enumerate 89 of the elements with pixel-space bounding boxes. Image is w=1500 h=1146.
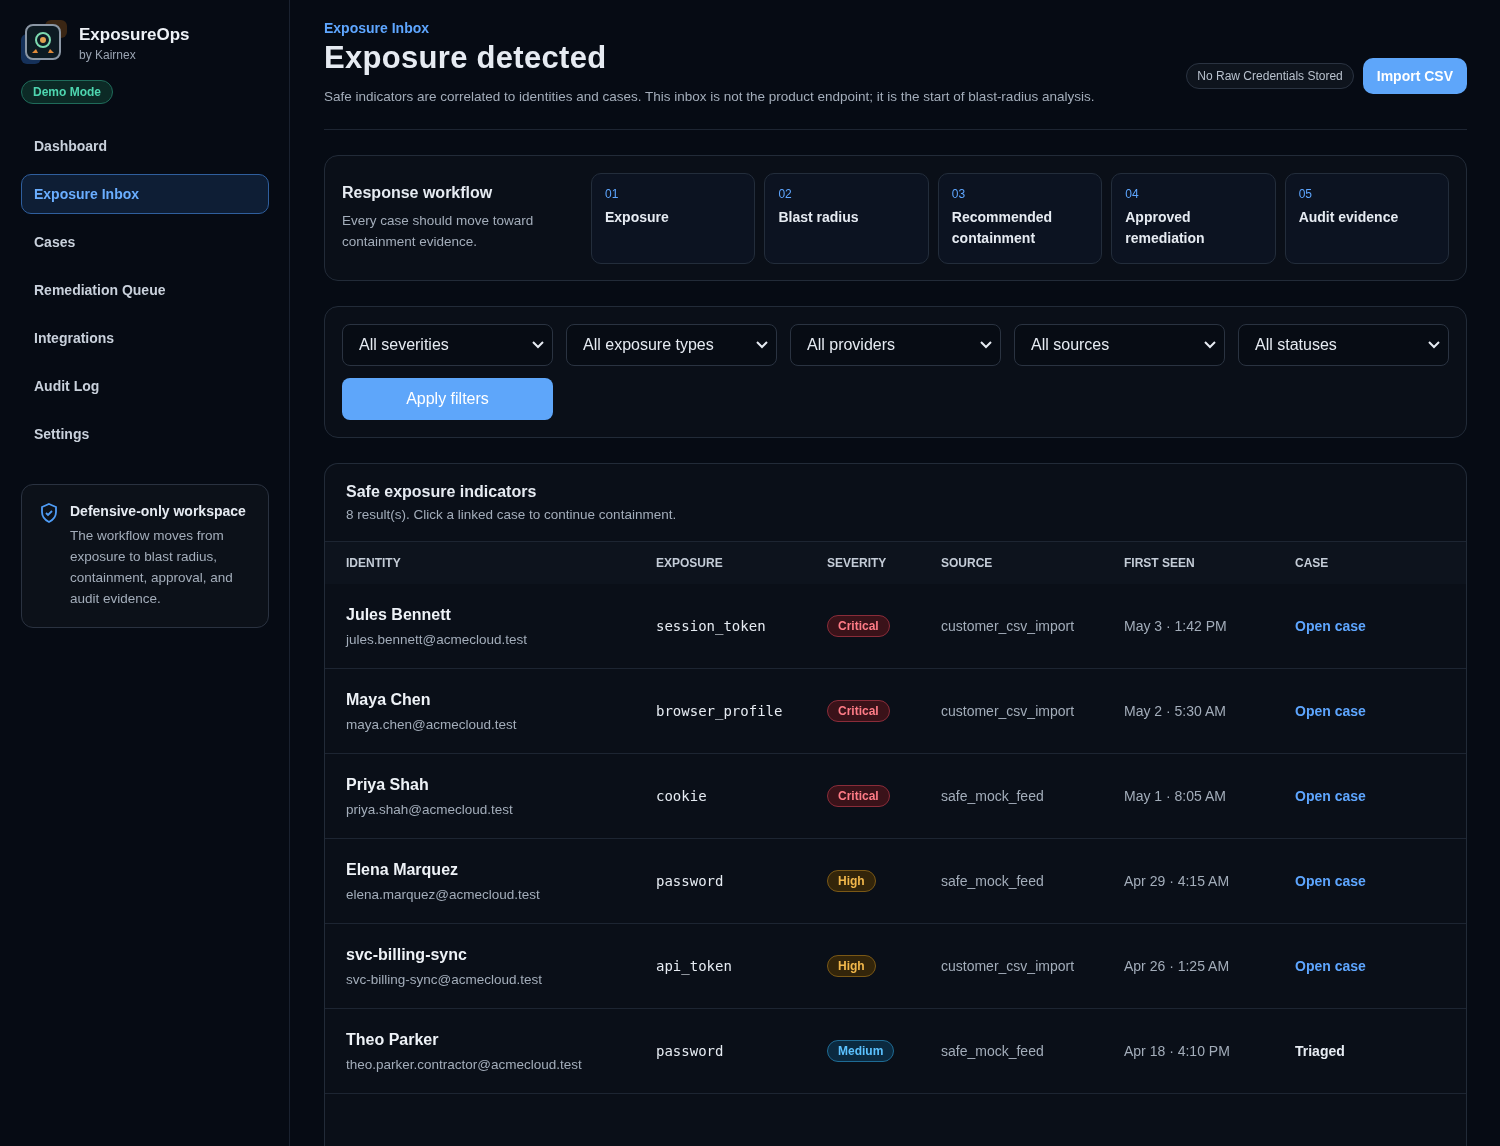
page-title: Exposure detected xyxy=(324,40,608,76)
open-case-link[interactable]: Open case xyxy=(1295,703,1366,719)
first-seen-text: May 2 · 5:30 AM xyxy=(1124,703,1226,719)
source-text: safe_mock_feed xyxy=(941,788,1044,804)
open-case-link[interactable]: Open case xyxy=(1295,618,1366,634)
identity-name: Theo Parker xyxy=(346,1030,439,1049)
shield-check-icon xyxy=(40,503,58,523)
nav-item[interactable]: Exposure Inbox xyxy=(21,174,269,214)
chevron-icon xyxy=(1428,341,1440,349)
identity-name: Elena Marquez xyxy=(346,860,459,879)
table-title: Safe exposure indicators xyxy=(345,482,538,501)
identity-name: Priya Shah xyxy=(346,775,429,794)
first-seen-text: Apr 26 · 1:25 AM xyxy=(1124,958,1230,974)
step-label: Exposure xyxy=(605,208,670,227)
page-description: Safe indicators are correlated to identities and cases. This inbox is not the product endpoint; it is the start of blast-radius analysis. xyxy=(324,88,1095,106)
identity-email: priya.shah@acmecloud.test xyxy=(346,801,513,817)
first-seen-text: May 3 · 1:42 PM xyxy=(1124,618,1227,634)
exposure-type: session_token xyxy=(656,618,766,634)
identity-email: jules.bennett@acmecloud.test xyxy=(346,631,528,647)
nav-item[interactable]: Integrations xyxy=(21,318,269,358)
filter-select[interactable]: All providers xyxy=(790,324,1001,366)
notice-title: Defensive-only workspace xyxy=(70,503,247,519)
notice-text: The workflow moves from exposure to blast radius, containment, approval, and audit evidence. xyxy=(70,527,234,608)
step-label: Recommended containment xyxy=(951,208,1054,248)
identity-email: elena.marquez@acmecloud.test xyxy=(346,886,540,902)
nav-item[interactable]: Audit Log xyxy=(21,366,269,406)
source-text: customer_csv_import xyxy=(941,958,1075,974)
nav-item[interactable]: Dashboard xyxy=(21,126,269,166)
column-header: SEVERITY xyxy=(827,542,941,584)
mode-badge: Demo Mode xyxy=(21,80,113,104)
nav-item[interactable]: Remediation Queue xyxy=(21,270,269,310)
case-status: Triaged xyxy=(1295,1043,1345,1059)
brand-byline: by Kairnex xyxy=(79,47,137,62)
chevron-icon xyxy=(532,341,544,349)
column-header: EXPOSURE xyxy=(656,542,827,584)
open-case-link[interactable]: Open case xyxy=(1295,788,1366,804)
severity-badge: High xyxy=(827,955,876,977)
step-label: Approved remediation xyxy=(1125,208,1206,248)
column-header: IDENTITY xyxy=(325,542,656,584)
identity-email: svc-billing-sync@acmecloud.test xyxy=(346,971,543,987)
identity-name: Maya Chen xyxy=(346,690,431,709)
filter-select[interactable]: All sources xyxy=(1014,324,1225,366)
source-text: safe_mock_feed xyxy=(941,1043,1044,1059)
column-header: CASE xyxy=(1295,542,1466,584)
logo-icon xyxy=(21,20,67,66)
severity-badge: High xyxy=(827,870,876,892)
source-text: customer_csv_import xyxy=(941,618,1075,634)
info-badge: No Raw Credentials Stored xyxy=(1186,63,1354,89)
column-header: FIRST SEEN xyxy=(1124,542,1295,584)
nav-item[interactable]: Cases xyxy=(21,222,269,262)
severity-badge: Critical xyxy=(827,700,890,722)
first-seen-text: Apr 29 · 4:15 AM xyxy=(1124,873,1230,889)
filter-select[interactable]: All severities xyxy=(342,324,553,366)
step-number: 04 xyxy=(1125,187,1140,201)
exposure-type: api_token xyxy=(656,958,732,974)
exposure-type: cookie xyxy=(656,788,707,804)
exposure-type: password xyxy=(656,873,724,889)
workflow-subtitle: Every case should move toward containment evidence. xyxy=(342,212,535,251)
brand-name: ExposureOps xyxy=(79,24,190,45)
identity-email: maya.chen@acmecloud.test xyxy=(346,716,517,732)
chevron-icon xyxy=(1204,341,1216,349)
step-number: 03 xyxy=(951,187,967,201)
first-seen-text: Apr 18 · 4:10 PM xyxy=(1124,1043,1230,1059)
filter-select[interactable]: All exposure types xyxy=(566,324,777,366)
exposure-type: password xyxy=(656,1043,724,1059)
step-number: 01 xyxy=(605,187,620,201)
severity-badge: Medium xyxy=(827,1040,895,1062)
source-text: customer_csv_import xyxy=(941,703,1075,719)
severity-badge: Critical xyxy=(827,785,890,807)
step-label: Audit evidence xyxy=(1298,208,1400,227)
source-text: safe_mock_feed xyxy=(941,873,1044,889)
exposure-type: browser_profile xyxy=(656,703,783,719)
chevron-icon xyxy=(980,341,992,349)
nav-item[interactable]: Settings xyxy=(21,414,269,454)
chevron-icon xyxy=(756,341,768,349)
identity-name: Jules Bennett xyxy=(346,605,451,624)
identity-name: svc-billing-sync xyxy=(346,945,467,964)
step-label: Blast radius xyxy=(778,208,860,227)
step-number: 02 xyxy=(778,187,793,201)
first-seen-text: May 1 · 8:05 AM xyxy=(1124,788,1226,804)
filter-select[interactable]: All statuses xyxy=(1238,324,1449,366)
breadcrumb: Exposure Inbox xyxy=(324,20,431,36)
identity-email: theo.parker.contractor@acmecloud.test xyxy=(346,1056,582,1072)
open-case-link[interactable]: Open case xyxy=(1295,958,1366,974)
workflow-title: Response workflow xyxy=(342,184,494,202)
column-header: SOURCE xyxy=(941,542,1124,584)
step-number: 05 xyxy=(1298,187,1313,201)
severity-badge: Critical xyxy=(827,615,890,637)
open-case-link[interactable]: Open case xyxy=(1295,873,1366,889)
